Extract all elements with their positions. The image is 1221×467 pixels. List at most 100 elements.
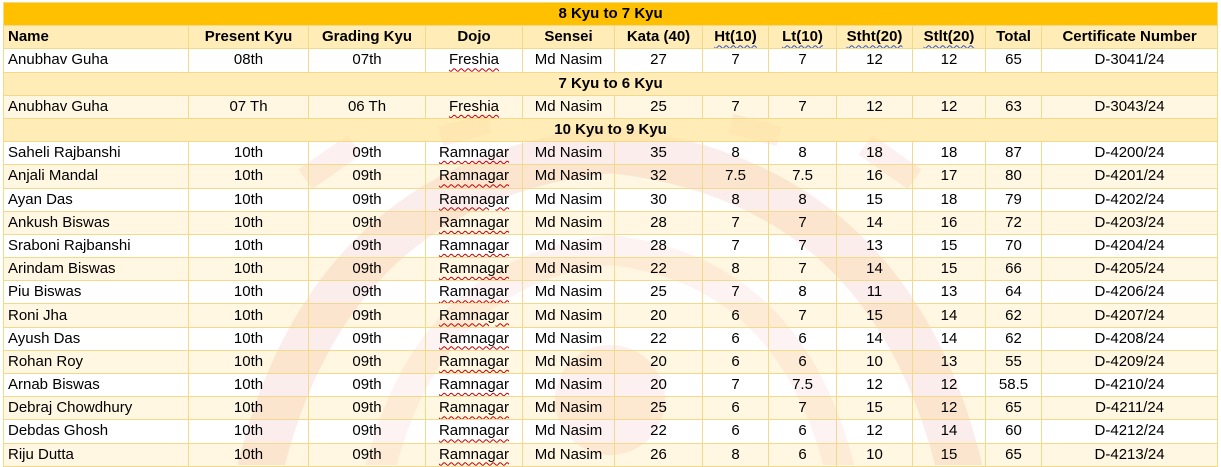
cell-certificate-number[interactable]: D-4206/24 — [1040, 280, 1219, 305]
cell-stht[interactable]: 15 — [836, 187, 913, 212]
cell-stht[interactable]: 12 — [836, 372, 913, 398]
cell-lt[interactable]: 8 — [768, 141, 837, 166]
cell-kata[interactable]: 25 — [614, 94, 703, 119]
cell-stlt[interactable]: 14 — [912, 326, 986, 351]
cell-ht[interactable]: 8 — [702, 442, 769, 467]
cell-stlt[interactable]: 14 — [912, 303, 986, 328]
cell-stlt[interactable]: 16 — [912, 210, 986, 235]
cell-sensei[interactable]: Md Nasim — [522, 257, 615, 282]
cell-ht[interactable]: 8 — [702, 257, 769, 282]
cell-lt[interactable]: 6 — [768, 442, 837, 467]
cell-total[interactable]: 64 — [985, 280, 1042, 305]
cell-kata[interactable]: 32 — [614, 164, 703, 189]
cell-certificate-number[interactable]: D-4205/24 — [1040, 257, 1219, 282]
cell-ht[interactable]: 6 — [702, 326, 769, 351]
cell-total[interactable]: 66 — [985, 257, 1042, 282]
cell-kata[interactable]: 25 — [614, 396, 703, 421]
cell-sensei[interactable]: Md Nasim — [522, 187, 615, 212]
cell-kata[interactable]: 30 — [614, 187, 703, 212]
cell-total[interactable]: 55 — [985, 349, 1042, 375]
cell-lt[interactable]: 8 — [768, 187, 837, 212]
column-header-stht[interactable]: Stht(20) — [836, 25, 913, 50]
cell-stlt[interactable]: 15 — [912, 257, 986, 282]
cell-stlt[interactable]: 12 — [912, 48, 986, 73]
cell-lt[interactable]: 7 — [768, 94, 837, 119]
cell-certificate-number[interactable]: D-4208/24 — [1040, 326, 1219, 351]
cell-certificate-number[interactable]: D-4202/24 — [1040, 187, 1219, 212]
column-header-kata[interactable]: Kata (40) — [614, 25, 703, 50]
cell-ht[interactable]: 6 — [702, 419, 769, 444]
cell-total[interactable]: 87 — [985, 141, 1042, 166]
column-header-certificate-number[interactable]: Certificate Number — [1040, 25, 1219, 50]
cell-certificate-number[interactable]: D-3041/24 — [1040, 48, 1219, 73]
cell-stht[interactable]: 13 — [836, 233, 913, 259]
cell-certificate-number[interactable]: D-4207/24 — [1040, 303, 1219, 328]
cell-certificate-number[interactable]: D-4211/24 — [1040, 396, 1219, 421]
cell-sensei[interactable]: Md Nasim — [522, 48, 615, 73]
cell-stht[interactable]: 14 — [836, 257, 913, 282]
cell-dojo[interactable]: Ramnagar — [425, 164, 523, 189]
cell-total[interactable]: 63 — [985, 94, 1042, 119]
cell-total[interactable]: 70 — [985, 233, 1042, 259]
cell-stht[interactable]: 16 — [836, 164, 913, 189]
cell-dojo[interactable]: Ramnagar — [425, 419, 523, 444]
cell-name[interactable]: Arnab Biswas — [3, 372, 189, 398]
cell-stht[interactable]: 10 — [836, 349, 913, 375]
cell-present-kyu[interactable]: 07 Th — [188, 94, 309, 119]
cell-sensei[interactable]: Md Nasim — [522, 94, 615, 119]
cell-grading-kyu[interactable]: 07th — [308, 48, 426, 73]
cell-present-kyu[interactable]: 10th — [188, 303, 309, 328]
cell-certificate-number[interactable]: D-4204/24 — [1040, 233, 1219, 259]
cell-grading-kyu[interactable]: 09th — [308, 303, 426, 328]
cell-stlt[interactable]: 12 — [912, 372, 986, 398]
cell-kata[interactable]: 27 — [614, 48, 703, 73]
cell-ht[interactable]: 7 — [702, 210, 769, 235]
cell-grading-kyu[interactable]: 09th — [308, 349, 426, 375]
cell-lt[interactable]: 7 — [768, 210, 837, 235]
cell-certificate-number[interactable]: D-3043/24 — [1040, 94, 1219, 119]
cell-kata[interactable]: 20 — [614, 349, 703, 375]
cell-sensei[interactable]: Md Nasim — [522, 210, 615, 235]
section-title[interactable]: 7 Kyu to 6 Kyu — [2, 71, 1219, 96]
cell-name[interactable]: Ankush Biswas — [3, 210, 189, 235]
cell-name[interactable]: Anubhav Guha — [3, 48, 189, 73]
cell-total[interactable]: 62 — [985, 326, 1042, 351]
cell-total[interactable]: 65 — [985, 396, 1042, 421]
cell-dojo[interactable]: Ramnagar — [425, 326, 523, 351]
cell-grading-kyu[interactable]: 06 Th — [308, 94, 426, 119]
cell-total[interactable]: 65 — [985, 442, 1042, 467]
column-header-dojo[interactable]: Dojo — [425, 25, 523, 50]
column-header-ht[interactable]: Ht(10) — [702, 25, 769, 50]
cell-stht[interactable]: 18 — [836, 141, 913, 166]
cell-dojo[interactable]: Freshia — [425, 48, 523, 73]
cell-stlt[interactable]: 14 — [912, 419, 986, 444]
cell-dojo[interactable]: Ramnagar — [425, 280, 523, 305]
cell-kata[interactable]: 20 — [614, 372, 703, 398]
cell-certificate-number[interactable]: D-4212/24 — [1040, 419, 1219, 444]
cell-stht[interactable]: 14 — [836, 326, 913, 351]
cell-dojo[interactable]: Ramnagar — [425, 210, 523, 235]
cell-stlt[interactable]: 18 — [912, 187, 986, 212]
cell-stht[interactable]: 10 — [836, 442, 913, 467]
cell-kata[interactable]: 20 — [614, 303, 703, 328]
cell-present-kyu[interactable]: 10th — [188, 326, 309, 351]
cell-name[interactable]: Piu Biswas — [3, 280, 189, 305]
cell-grading-kyu[interactable]: 09th — [308, 210, 426, 235]
cell-lt[interactable]: 7 — [768, 303, 837, 328]
cell-stht[interactable]: 15 — [836, 396, 913, 421]
cell-ht[interactable]: 7 — [702, 280, 769, 305]
cell-kata[interactable]: 28 — [614, 210, 703, 235]
cell-sensei[interactable]: Md Nasim — [522, 233, 615, 259]
cell-total[interactable]: 62 — [985, 303, 1042, 328]
cell-ht[interactable]: 7 — [702, 48, 769, 73]
column-header-sensei[interactable]: Sensei — [522, 25, 615, 50]
cell-certificate-number[interactable]: D-4201/24 — [1040, 164, 1219, 189]
cell-ht[interactable]: 7 — [702, 233, 769, 259]
cell-total[interactable]: 80 — [985, 164, 1042, 189]
cell-grading-kyu[interactable]: 09th — [308, 419, 426, 444]
cell-sensei[interactable]: Md Nasim — [522, 442, 615, 467]
cell-kata[interactable]: 28 — [614, 233, 703, 259]
cell-present-kyu[interactable]: 10th — [188, 349, 309, 375]
cell-lt[interactable]: 6 — [768, 419, 837, 444]
cell-name[interactable]: Anjali Mandal — [3, 164, 189, 189]
